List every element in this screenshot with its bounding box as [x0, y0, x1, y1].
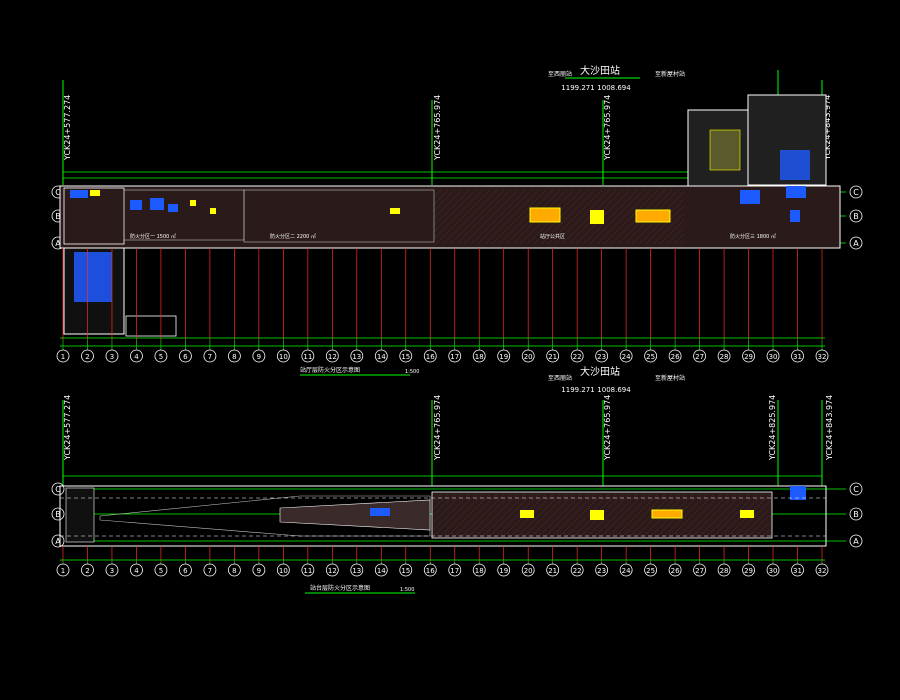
column-label-3: 3 [110, 567, 114, 575]
column-label-21: 21 [548, 567, 557, 575]
column-label-29: 29 [744, 567, 753, 575]
column-label-30: 30 [769, 353, 778, 361]
row-label-C-R: C [853, 188, 859, 197]
plan-scale-lower: 1:500 [400, 587, 414, 593]
row-label-B-R: B [853, 510, 859, 519]
chainage-label-lower-4: YCK24+825.974 [768, 395, 777, 461]
left-direction-note: 至西丽站 [548, 70, 572, 78]
column-label-28: 28 [720, 567, 729, 575]
column-label-3: 3 [110, 353, 114, 361]
column-label-13: 13 [352, 353, 361, 361]
column-label-1: 1 [61, 567, 65, 575]
column-label-24: 24 [622, 567, 631, 575]
column-label-5: 5 [159, 353, 163, 361]
fire-zone-note-c: 防火分区三 1800 ㎡ [730, 233, 776, 240]
column-label-20: 20 [524, 353, 533, 361]
column-label-32: 32 [818, 353, 827, 361]
mileage-right-lower: 1008.694 [597, 386, 631, 394]
column-label-18: 18 [475, 353, 484, 361]
row-label-C-R: C [853, 485, 859, 494]
cad-drawing-canvas: 大沙田站 至西丽站 至新屋村站 1199.271 1008.694 YCK24+… [0, 0, 900, 700]
column-label-15: 15 [401, 567, 410, 575]
column-label-28: 28 [720, 353, 729, 361]
mileage-left-lower: 1199.271 [561, 386, 594, 394]
column-label-4: 4 [134, 567, 139, 575]
station-title-lower: 大沙田站 [580, 365, 620, 378]
column-label-25: 25 [646, 567, 655, 575]
column-label-26: 26 [671, 353, 680, 361]
chainage-label-3: YCK24+765.974 [603, 95, 612, 161]
column-label-17: 17 [450, 567, 459, 575]
column-label-14: 14 [377, 353, 386, 361]
chainage-label-lower-1: YCK24+577.274 [63, 395, 72, 461]
column-label-15: 15 [401, 353, 410, 361]
column-label-6: 6 [183, 353, 188, 361]
column-label-9: 9 [257, 353, 261, 361]
column-label-27: 27 [695, 567, 704, 575]
plan-caption-lower: 站台层防火分区示意图 [310, 584, 370, 592]
column-label-10: 10 [279, 567, 288, 575]
column-label-5: 5 [159, 567, 163, 575]
column-label-12: 12 [328, 567, 337, 575]
column-label-9: 9 [257, 567, 261, 575]
right-direction-note-lower: 至新屋村站 [655, 374, 685, 382]
hall-note: 站厅公共区 [540, 233, 565, 240]
column-label-11: 11 [303, 567, 312, 575]
column-label-6: 6 [183, 567, 188, 575]
column-label-27: 27 [695, 353, 704, 361]
chainage-label-1: YCK24+577.274 [63, 95, 72, 161]
column-label-29: 29 [744, 353, 753, 361]
column-label-24: 24 [622, 353, 631, 361]
column-label-17: 17 [450, 353, 459, 361]
row-label-A-R: A [853, 239, 859, 248]
chainage-label-lower-2: YCK24+765.974 [433, 395, 442, 461]
column-label-10: 10 [279, 353, 288, 361]
column-label-19: 19 [499, 567, 508, 575]
column-label-22: 22 [573, 353, 582, 361]
chainage-label-lower-5: YCK24+843.974 [825, 395, 834, 461]
row-label-A-R: A [853, 537, 859, 546]
column-label-30: 30 [769, 567, 778, 575]
chainage-label-2: YCK24+765.974 [433, 95, 442, 161]
column-label-23: 23 [597, 567, 606, 575]
row-label-B-R: B [853, 212, 859, 221]
left-direction-note-lower: 至西丽站 [548, 374, 572, 382]
column-label-7: 7 [208, 353, 212, 361]
column-label-31: 31 [793, 567, 802, 575]
column-label-32: 32 [818, 567, 827, 575]
column-label-23: 23 [597, 353, 606, 361]
column-label-31: 31 [793, 353, 802, 361]
column-label-14: 14 [377, 567, 386, 575]
chainage-label-lower-3: YCK24+765.974 [603, 395, 612, 461]
column-label-19: 19 [499, 353, 508, 361]
column-label-25: 25 [646, 353, 655, 361]
column-label-21: 21 [548, 353, 557, 361]
plan-caption-upper: 站厅层防火分区示意图 [300, 366, 360, 374]
column-label-4: 4 [134, 353, 139, 361]
plan-scale-upper: 1:500 [405, 369, 419, 375]
right-direction-note: 至新屋村站 [655, 70, 685, 78]
column-label-12: 12 [328, 353, 337, 361]
column-label-8: 8 [232, 353, 236, 361]
station-hall-outline [59, 185, 841, 249]
column-label-16: 16 [426, 353, 435, 361]
fire-zone-note-b: 防火分区二 2200 ㎡ [270, 233, 316, 240]
fire-zone-note-a: 防火分区一 1500 ㎡ [130, 233, 176, 240]
column-label-2: 2 [85, 353, 89, 361]
column-label-16: 16 [426, 567, 435, 575]
station-title-upper: 大沙田站 [580, 64, 620, 77]
mileage-right: 1008.694 [597, 84, 631, 92]
column-label-13: 13 [352, 567, 361, 575]
column-label-22: 22 [573, 567, 582, 575]
column-label-20: 20 [524, 567, 533, 575]
column-label-11: 11 [303, 353, 312, 361]
mileage-left: 1199.271 [561, 84, 594, 92]
column-label-7: 7 [208, 567, 212, 575]
column-label-26: 26 [671, 567, 680, 575]
column-label-8: 8 [232, 567, 236, 575]
column-label-2: 2 [85, 567, 89, 575]
column-label-1: 1 [61, 353, 65, 361]
column-label-18: 18 [475, 567, 484, 575]
